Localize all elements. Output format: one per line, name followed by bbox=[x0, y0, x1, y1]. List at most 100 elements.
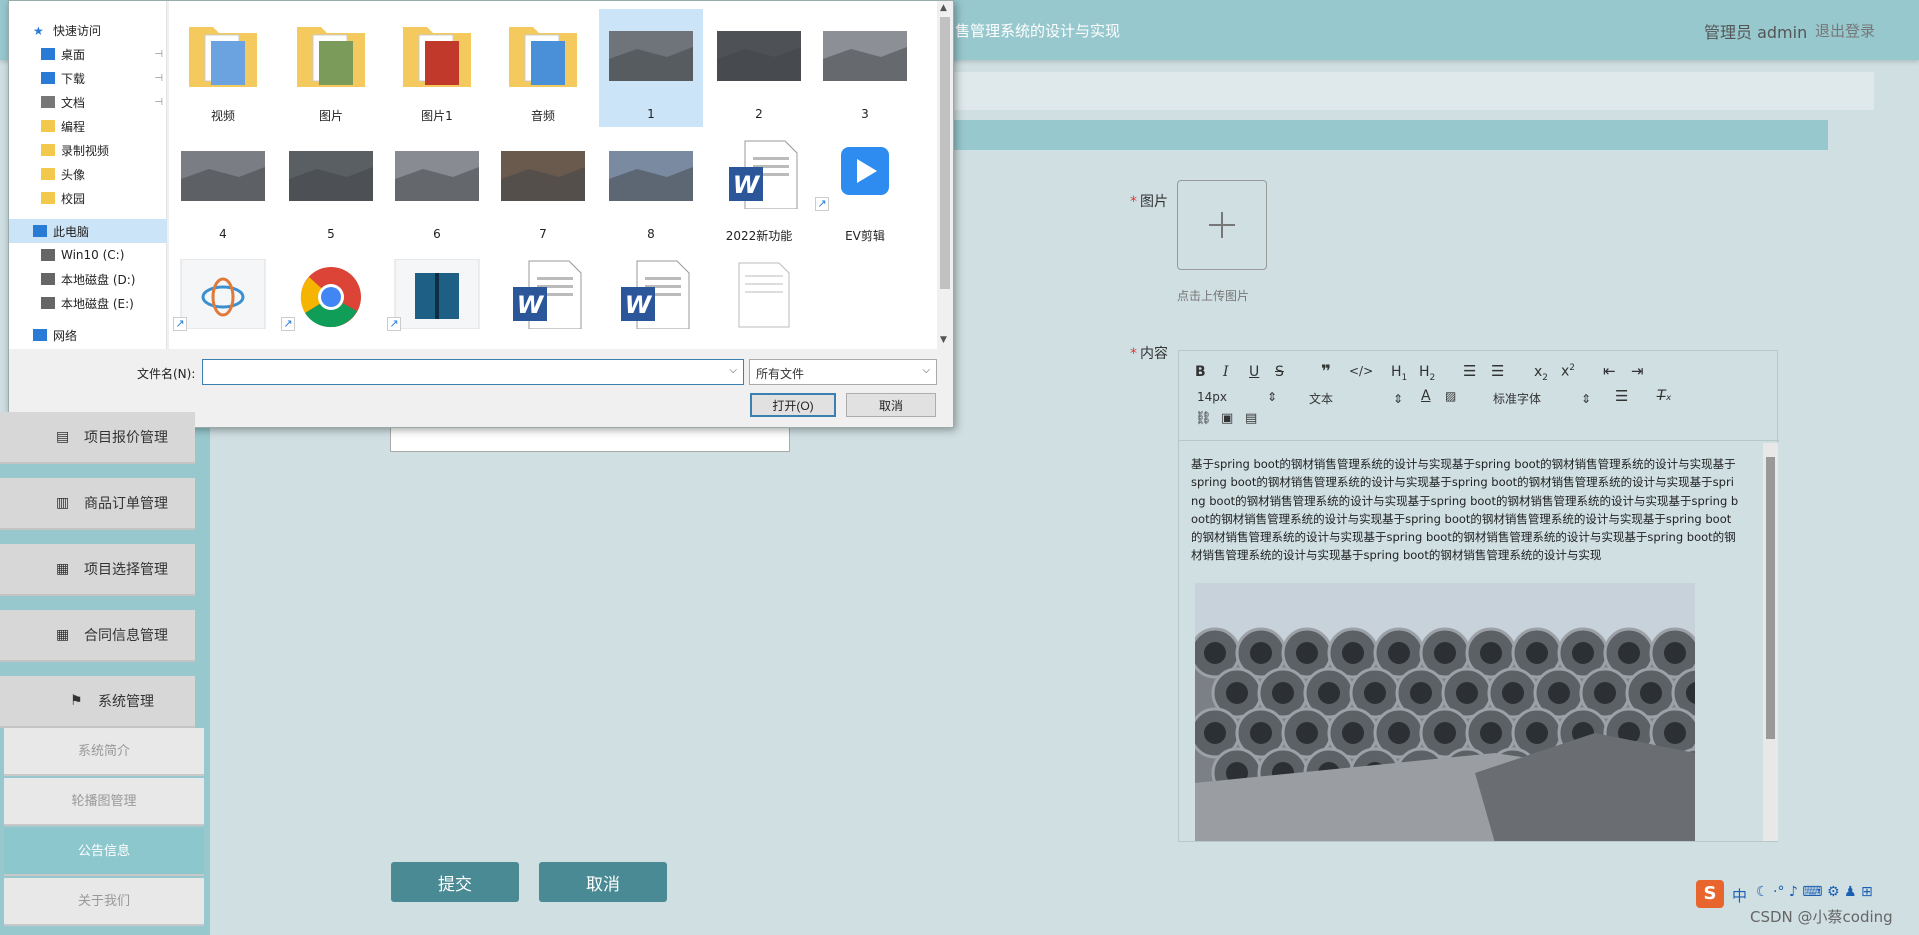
font-color-button[interactable]: A bbox=[1421, 388, 1431, 404]
nav-item[interactable]: 网络 bbox=[9, 323, 167, 347]
h2-button[interactable]: H2 bbox=[1419, 364, 1435, 383]
open-button[interactable]: 打开(O) bbox=[750, 393, 836, 417]
file-tile[interactable]: W bbox=[491, 249, 595, 367]
nav-item[interactable]: 头像 bbox=[9, 162, 167, 186]
svg-text:W: W bbox=[625, 291, 653, 319]
sidebar-subitem[interactable]: 公告信息 bbox=[4, 828, 204, 876]
editor-content[interactable]: 基于spring boot的钢材销售管理系统的设计与实现基于spring boo… bbox=[1179, 443, 1763, 841]
filetype-select[interactable]: 所有文件 ⌵ bbox=[749, 359, 937, 385]
file-tile[interactable]: 5 bbox=[279, 129, 383, 247]
file-tile[interactable]: ↗ bbox=[279, 249, 383, 367]
outdent-icon[interactable]: ⇤ bbox=[1603, 362, 1616, 380]
nav-item[interactable]: 校园 bbox=[9, 186, 167, 210]
file-tile[interactable]: W bbox=[599, 249, 703, 367]
sidebar-item[interactable]: ▦ 合同信息管理 bbox=[0, 610, 195, 662]
file-tile[interactable]: 6 bbox=[385, 129, 489, 247]
font-size-select[interactable]: 14px ⇕ bbox=[1197, 390, 1277, 404]
file-tile[interactable]: 2 bbox=[707, 9, 811, 127]
nav-item[interactable]: 编程 bbox=[9, 114, 167, 138]
scroll-up-icon[interactable]: ▲ bbox=[940, 3, 947, 13]
word-doc-icon: W bbox=[513, 260, 582, 329]
subscript-button[interactable]: x2 bbox=[1534, 364, 1548, 383]
sidebar-item-label: 商品订单管理 bbox=[84, 496, 168, 512]
file-tile[interactable]: W 2022新功能 bbox=[707, 129, 811, 247]
image-thumbnail bbox=[181, 151, 265, 201]
cancel-button[interactable]: 取消 bbox=[539, 862, 667, 902]
upload-hint: 点击上传图片 bbox=[1177, 289, 1250, 303]
quote-icon[interactable]: ❞ bbox=[1321, 362, 1331, 382]
file-tile[interactable]: 4 bbox=[171, 129, 275, 247]
file-tile[interactable]: 图片 bbox=[279, 9, 383, 127]
h1-button[interactable]: H1 bbox=[1391, 364, 1407, 383]
nav-item[interactable]: 本地磁盘 (E:) bbox=[9, 291, 167, 315]
editor-scrollbar-thumb[interactable] bbox=[1766, 457, 1775, 739]
nav-item[interactable]: Win10 (C:) bbox=[9, 243, 167, 267]
file-tile[interactable]: 8 bbox=[599, 129, 703, 247]
nav-item[interactable]: 文档 ⊣ bbox=[9, 90, 167, 114]
ordered-list-icon[interactable]: ☰ bbox=[1463, 362, 1476, 380]
file-tile[interactable]: 音频 bbox=[491, 9, 595, 127]
file-tile[interactable]: ↗ EV剪辑 bbox=[813, 129, 917, 247]
folder-icon bbox=[41, 192, 55, 204]
clear-format-icon[interactable]: T̶ₓ bbox=[1657, 388, 1672, 404]
nav-item[interactable]: ★ 快速访问 bbox=[9, 18, 167, 42]
ime-mode[interactable]: 中 bbox=[1732, 885, 1747, 906]
nav-item-label: 校园 bbox=[61, 191, 86, 206]
indent-icon[interactable]: ⇥ bbox=[1631, 362, 1644, 380]
align-icon[interactable]: ☰ bbox=[1615, 387, 1628, 405]
video-insert-icon[interactable]: ▤ bbox=[1245, 411, 1257, 426]
nav-item[interactable]: 本地磁盘 (D:) bbox=[9, 267, 167, 291]
chevron-down-icon[interactable]: ⌵ bbox=[729, 365, 737, 376]
file-tile[interactable]: 视频 bbox=[171, 9, 275, 127]
file-tile[interactable]: ↗ bbox=[171, 249, 275, 367]
sidebar-item[interactable]: ⚑ 系统管理 bbox=[0, 676, 195, 728]
chrome-icon bbox=[300, 267, 361, 328]
nav-item[interactable]: 下载 ⊣ bbox=[9, 66, 167, 90]
sidebar-item[interactable]: ▤ 项目报价管理 bbox=[0, 412, 195, 464]
nav-item[interactable]: 录制视频 bbox=[9, 138, 167, 162]
sidebar-subitem[interactable]: 轮播图管理 bbox=[4, 778, 204, 826]
bullet-list-icon[interactable]: ☰ bbox=[1491, 362, 1504, 380]
nav-item[interactable]: 此电脑 bbox=[9, 219, 167, 243]
sidebar-subitem[interactable]: 关于我们 bbox=[4, 878, 204, 926]
image-upload-button[interactable] bbox=[1177, 180, 1267, 270]
scroll-down-icon[interactable]: ▼ bbox=[940, 335, 947, 345]
strike-button[interactable]: S bbox=[1275, 364, 1284, 380]
logout-link[interactable]: 退出登录 bbox=[1815, 20, 1875, 41]
drive-icon bbox=[41, 249, 55, 261]
bold-button[interactable]: B bbox=[1195, 364, 1206, 380]
sidebar-item[interactable]: ▦ 项目选择管理 bbox=[0, 544, 195, 596]
link-icon[interactable]: ⛓ bbox=[1195, 411, 1212, 426]
italic-button[interactable]: I bbox=[1223, 364, 1229, 380]
font-family-select[interactable]: 标准字体 ⇕ bbox=[1493, 390, 1591, 407]
file-tile[interactable]: 3 bbox=[813, 9, 917, 127]
sidebar-subitem[interactable]: 系统简介 bbox=[4, 728, 204, 776]
sidebar-item-label: 项目选择管理 bbox=[84, 562, 168, 578]
sogou-icon[interactable]: S bbox=[1696, 880, 1724, 908]
ev-editor-icon bbox=[841, 147, 889, 195]
file-list-scrollbar-thumb[interactable] bbox=[940, 17, 950, 289]
image-thumbnail bbox=[609, 31, 693, 81]
submit-button[interactable]: 提交 bbox=[391, 862, 519, 902]
underline-button[interactable]: U bbox=[1249, 364, 1259, 380]
file-tile[interactable]: 7 bbox=[491, 129, 595, 247]
rich-text-editor[interactable]: B I U S ❞ </> H1 H2 ☰ ☰ x2 x2 ⇤ ⇥ 14px ⇕ … bbox=[1178, 350, 1779, 842]
file-tile[interactable]: 1 bbox=[599, 9, 703, 127]
image-insert-icon[interactable]: ▣ bbox=[1221, 411, 1233, 426]
nav-item[interactable]: 桌面 ⊣ bbox=[9, 42, 167, 66]
plus-icon bbox=[1209, 212, 1235, 238]
file-list-scrollbar[interactable]: ▲ ▼ bbox=[937, 1, 953, 349]
file-tile[interactable] bbox=[707, 249, 811, 367]
dialog-cancel-button[interactable]: 取消 bbox=[846, 393, 936, 417]
editor-scrollbar[interactable] bbox=[1763, 443, 1778, 841]
file-tile[interactable]: 图片1 bbox=[385, 9, 489, 127]
network-icon bbox=[33, 329, 47, 341]
text-type-select[interactable]: 文本 ⇕ bbox=[1309, 390, 1403, 407]
filename-input[interactable]: ⌵ bbox=[202, 359, 744, 385]
sidebar-item[interactable]: ▥ 商品订单管理 bbox=[0, 478, 195, 530]
file-tile[interactable]: ↗ bbox=[385, 249, 489, 367]
superscript-button[interactable]: x2 bbox=[1561, 363, 1575, 380]
code-icon[interactable]: </> bbox=[1349, 364, 1373, 378]
nav-item-label: 本地磁盘 (E:) bbox=[61, 296, 134, 311]
background-color-button[interactable]: ▨ bbox=[1445, 389, 1456, 403]
